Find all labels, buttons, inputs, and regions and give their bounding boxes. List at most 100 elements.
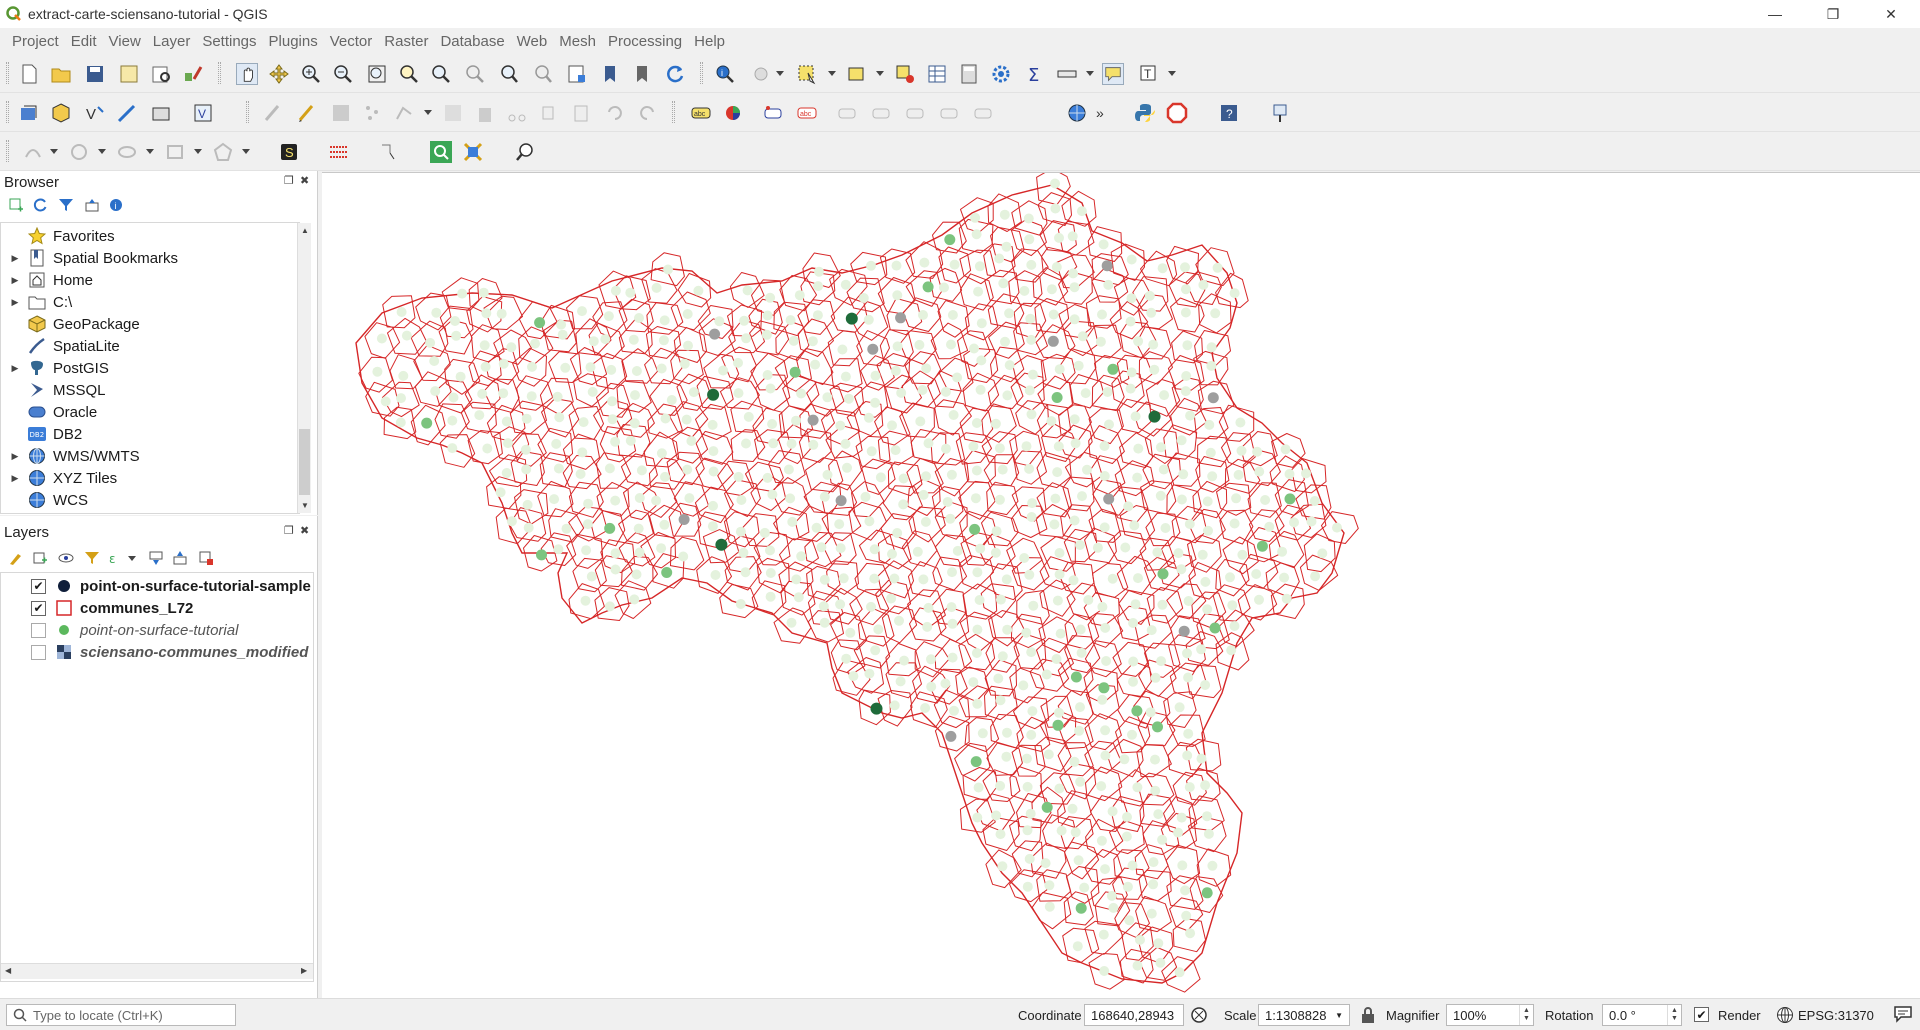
label-toolbar-icon[interactable]: abc [690, 102, 712, 124]
close-panel-icon[interactable]: ✖ [300, 524, 309, 537]
select-by-value-icon[interactable] [846, 63, 868, 85]
scroll-down-icon[interactable]: ▼ [301, 501, 309, 510]
expand-arrow-icon[interactable]: ▶ [9, 275, 21, 286]
expand-arrow-icon[interactable]: ▶ [9, 297, 21, 308]
change-label-icon[interactable] [972, 102, 994, 124]
toolbar-handle[interactable] [6, 140, 9, 162]
browser-item-geopackage[interactable]: ▶ GeoPackage [1, 313, 297, 335]
text-annotation-icon[interactable]: T [1138, 63, 1160, 85]
style-manager-icon[interactable] [182, 63, 204, 85]
menu-raster[interactable]: Raster [378, 33, 434, 50]
qgis2web-icon[interactable] [462, 141, 484, 163]
zoom-to-selection-icon[interactable] [398, 63, 420, 85]
save-edits-icon[interactable] [330, 102, 352, 124]
chevron-down-icon[interactable] [828, 71, 836, 76]
processing-toolbox-icon[interactable] [990, 63, 1012, 85]
toggle-editing-icon[interactable] [296, 102, 318, 124]
open-project-icon[interactable] [50, 63, 72, 85]
highlight-pinned-labels-icon[interactable] [762, 102, 784, 124]
layer-styling-icon[interactable] [8, 550, 24, 566]
layer-item[interactable]: ✔ point-on-surface-tutorial-sample [1, 575, 313, 597]
show-bookmarks-icon[interactable] [632, 63, 654, 85]
delete-selected-icon[interactable] [474, 102, 496, 124]
locate-zoom-icon[interactable] [514, 141, 536, 163]
browser-item-db2[interactable]: ▶ DB2 DB2 [1, 423, 297, 445]
messages-icon[interactable] [1893, 1005, 1913, 1023]
collapse-all-icon[interactable] [84, 197, 100, 213]
expand-all-icon[interactable] [148, 550, 164, 566]
filter-legend-icon[interactable] [84, 550, 100, 566]
zoom-out-icon[interactable] [332, 63, 354, 85]
menu-edit[interactable]: Edit [65, 33, 103, 50]
chevron-down-icon[interactable] [194, 149, 202, 154]
select-location-icon[interactable] [378, 141, 400, 163]
redo-icon[interactable] [636, 102, 658, 124]
map-canvas[interactable] [322, 172, 1920, 998]
browser-item-xyz-tiles[interactable]: ▶ XYZ Tiles [1, 467, 297, 489]
help-icon[interactable]: ? [1218, 102, 1240, 124]
toolbar-handle[interactable] [218, 62, 221, 84]
menu-layer[interactable]: Layer [147, 33, 197, 50]
new-bookmark-icon[interactable] [600, 63, 622, 85]
add-feature-icon[interactable] [362, 102, 384, 124]
menu-project[interactable]: Project [6, 33, 65, 50]
new-spatialite-layer-icon[interactable] [116, 102, 138, 124]
magnifier-spinbox[interactable]: 100% ▲ ▼ [1446, 1004, 1534, 1026]
zoom-next-icon[interactable] [532, 63, 554, 85]
collapse-all-icon[interactable] [172, 550, 188, 566]
close-panel-icon[interactable]: ✖ [300, 174, 309, 187]
minimize-button[interactable]: — [1746, 0, 1804, 28]
map-tips-icon[interactable] [1102, 63, 1124, 85]
chevron-down-icon[interactable] [1168, 71, 1176, 76]
add-circular-string-icon[interactable] [22, 141, 44, 163]
zoom-native-icon[interactable] [464, 63, 486, 85]
menu-database[interactable]: Database [434, 33, 510, 50]
remove-layer-icon[interactable] [198, 550, 214, 566]
add-group-icon[interactable] [32, 550, 48, 566]
snapping-grid-icon[interactable] [328, 141, 350, 163]
snippets-s-icon[interactable]: S [278, 141, 300, 163]
cut-features-icon[interactable] [506, 102, 528, 124]
add-selected-layers-icon[interactable] [8, 197, 24, 213]
filter-icon[interactable] [58, 197, 74, 213]
chevron-down-icon[interactable] [1086, 71, 1094, 76]
vertex-tool-icon[interactable] [394, 102, 416, 124]
layer-item[interactable]: ✔ communes_L72 [1, 597, 313, 619]
refresh-icon[interactable] [32, 197, 48, 213]
spinbox-arrows[interactable]: ▲ ▼ [1667, 1005, 1681, 1025]
select-features-icon[interactable] [796, 63, 818, 85]
float-panel-icon[interactable]: ❐ [284, 524, 294, 537]
scroll-left-icon[interactable]: ◀ [5, 966, 11, 975]
layer-visibility-checkbox[interactable] [31, 644, 46, 660]
new-project-icon[interactable] [18, 63, 40, 85]
new-map-view-icon[interactable] [566, 63, 588, 85]
chevron-down-icon[interactable] [50, 149, 58, 154]
rotation-spinbox[interactable]: 0.0 ° ▲ ▼ [1602, 1004, 1682, 1026]
toggle-label-display-icon[interactable]: abc [796, 102, 818, 124]
chevron-down-icon[interactable] [242, 149, 250, 154]
chevron-down-icon[interactable] [98, 149, 106, 154]
paste-features-icon[interactable] [570, 102, 592, 124]
pan-map-icon[interactable] [236, 63, 258, 85]
menu-mesh[interactable]: Mesh [553, 33, 602, 50]
browser-scrollbar[interactable]: ▲ ▼ [297, 223, 311, 513]
toolbar-handle[interactable] [6, 62, 9, 84]
pin-label-icon[interactable] [836, 102, 858, 124]
properties-info-icon[interactable]: i [108, 197, 124, 213]
pan-to-selection-icon[interactable] [268, 63, 290, 85]
rotate-label-icon[interactable] [938, 102, 960, 124]
chevron-down-icon[interactable] [876, 71, 884, 76]
scroll-right-icon[interactable]: ▶ [301, 966, 307, 975]
float-panel-icon[interactable]: ❐ [284, 174, 294, 187]
crs-globe-icon[interactable] [1776, 1006, 1794, 1024]
scale-combobox[interactable]: 1:1308828 ▼ [1258, 1004, 1350, 1026]
diagram-options-icon[interactable] [722, 102, 744, 124]
add-rectangle-icon[interactable] [164, 141, 186, 163]
expand-arrow-icon[interactable]: ▶ [9, 253, 21, 264]
add-vector-layer-icon[interactable]: V [192, 102, 214, 124]
menu-settings[interactable]: Settings [196, 33, 262, 50]
browser-item-mssql[interactable]: ▶ MSSQL [1, 379, 297, 401]
restore-button[interactable]: ❐ [1804, 0, 1862, 28]
add-ellipse-icon[interactable] [116, 141, 138, 163]
scrollbar-thumb[interactable] [299, 429, 310, 495]
